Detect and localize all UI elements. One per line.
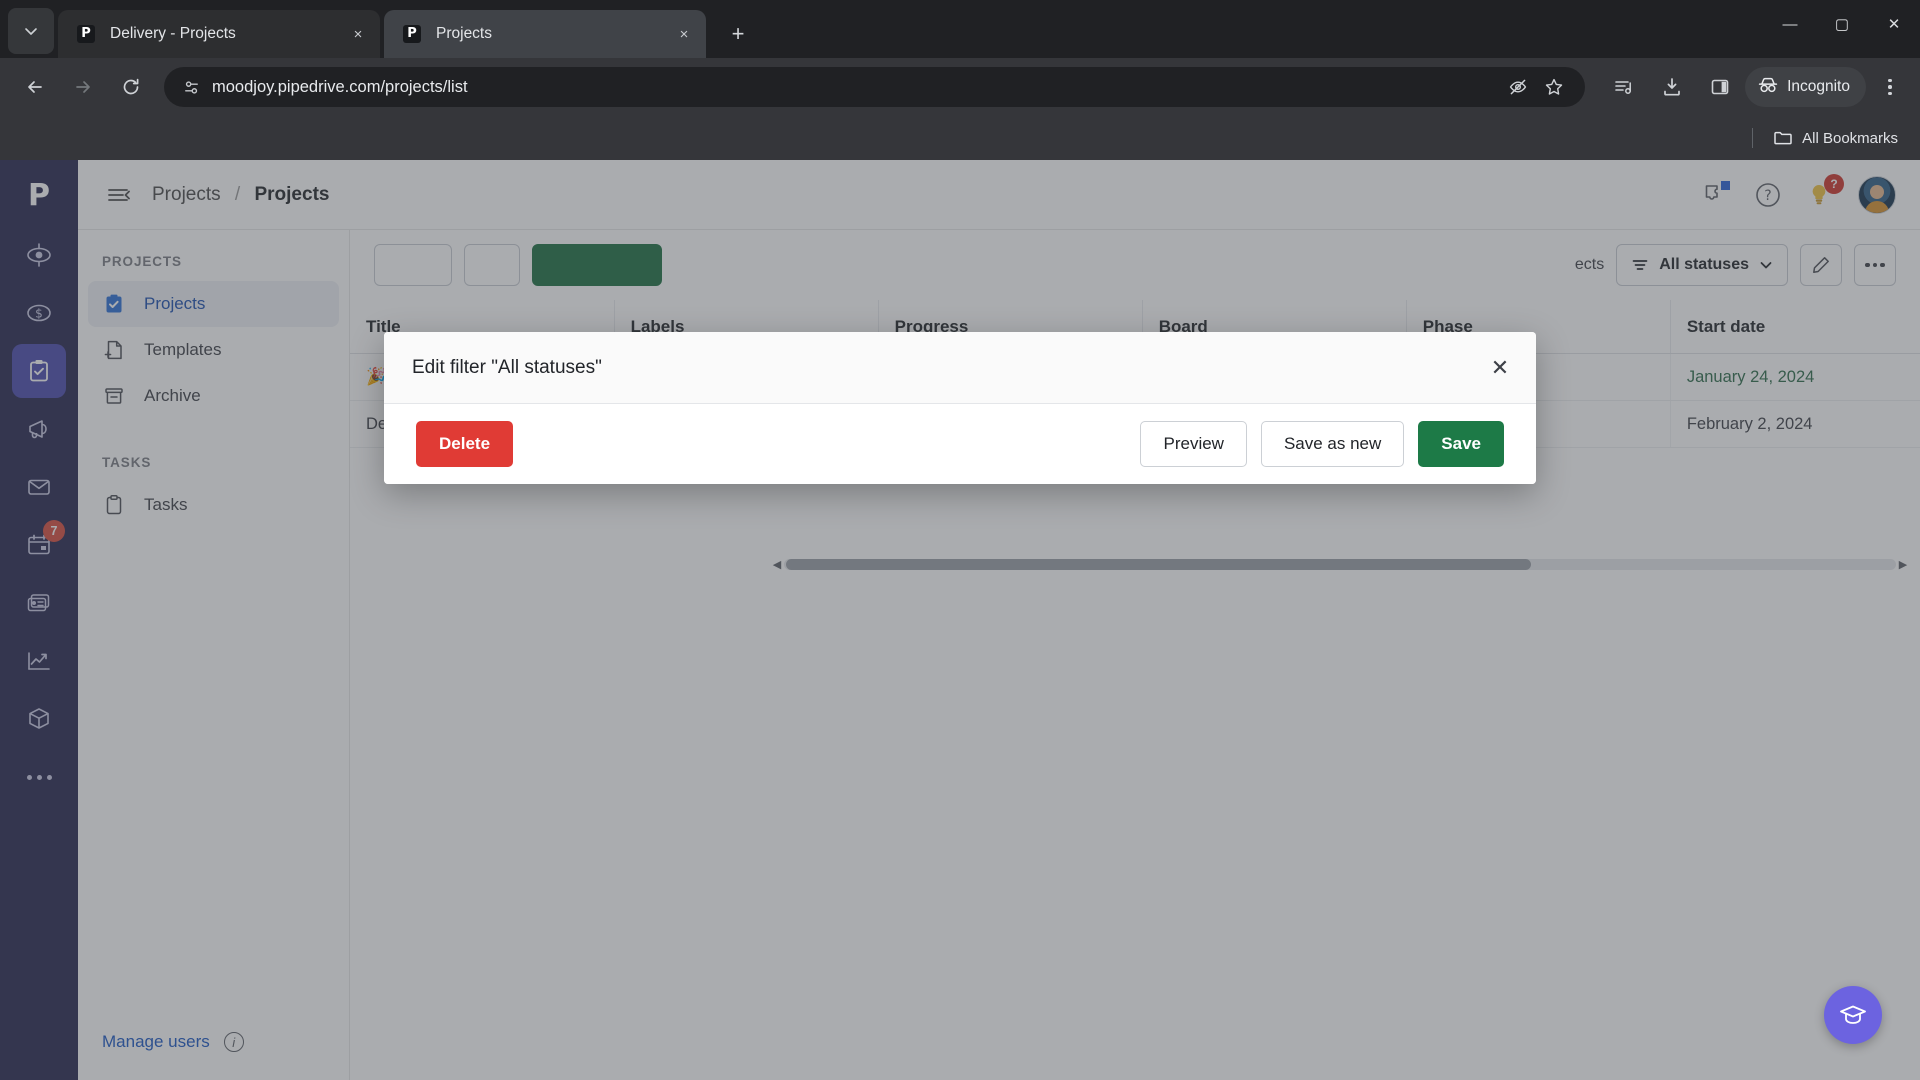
pipedrive-icon: P [76,24,96,44]
all-bookmarks-label: All Bookmarks [1802,129,1898,147]
reload-icon[interactable] [112,68,150,106]
browser-tab-1[interactable]: P Projects × [384,10,706,58]
side-panel-icon[interactable] [1701,68,1739,106]
incognito-label: Incognito [1787,78,1850,95]
browser-toolbar: moodjoy.pipedrive.com/projects/list Inco… [0,58,1920,116]
tab-search-button[interactable] [8,8,54,54]
close-icon[interactable]: × [346,22,370,46]
close-icon[interactable]: ✕ [1476,344,1524,392]
download-icon[interactable] [1653,68,1691,106]
forward-icon[interactable] [64,68,102,106]
save-as-new-button[interactable]: Save as new [1260,421,1405,467]
reading-list-icon[interactable] [1605,68,1643,106]
address-bar[interactable]: moodjoy.pipedrive.com/projects/list [164,67,1586,107]
pipedrive-app: P $ 7 Projects / Projects ? ? PROJECTS P… [0,160,1920,1080]
edit-filter-dialog: Edit filter "All statuses" ✕ Delete Prev… [384,332,1536,484]
tab-title: Delivery - Projects [110,25,236,42]
tab-strip: P Delivery - Projects × P Projects × + —… [0,0,1920,58]
dialog-footer: Delete Preview Save as new Save [384,404,1536,484]
folder-icon [1774,131,1792,145]
close-window-icon[interactable]: ✕ [1868,0,1920,48]
incognito-icon [1757,75,1779,100]
site-settings-icon[interactable] [176,72,206,102]
window-controls: — ▢ ✕ [1764,0,1920,48]
no-eye-icon[interactable] [1501,70,1535,104]
maximize-icon[interactable]: ▢ [1816,0,1868,48]
star-icon[interactable] [1537,70,1571,104]
dialog-header: Edit filter "All statuses" ✕ [384,332,1536,404]
save-button[interactable]: Save [1418,421,1504,467]
graduation-cap-icon [1840,1005,1866,1024]
all-bookmarks-button[interactable]: All Bookmarks [1773,129,1898,147]
preview-button[interactable]: Preview [1140,421,1247,467]
delete-button[interactable]: Delete [416,421,514,467]
minimize-icon[interactable]: — [1764,0,1816,48]
pipedrive-icon: P [402,24,422,44]
browser-menu-icon[interactable] [1870,67,1910,107]
url-text: moodjoy.pipedrive.com/projects/list [212,77,468,96]
browser-window: P Delivery - Projects × P Projects × + —… [0,0,1920,1080]
modal-scrim[interactable] [0,160,1920,1080]
divider [1752,128,1754,148]
browser-tab-0[interactable]: P Delivery - Projects × [58,10,380,58]
dialog-title: Edit filter "All statuses" [412,356,602,378]
back-icon[interactable] [16,68,54,106]
academy-button[interactable] [1824,986,1882,1044]
tab-title: Projects [436,25,492,42]
dialog-primary-actions: Preview Save as new Save [1140,421,1504,467]
close-icon[interactable]: × [672,22,696,46]
incognito-indicator[interactable]: Incognito [1745,67,1866,107]
new-tab-button[interactable]: + [720,16,756,52]
bookmarks-bar: All Bookmarks [0,116,1920,160]
omnibox-actions [1501,70,1571,104]
